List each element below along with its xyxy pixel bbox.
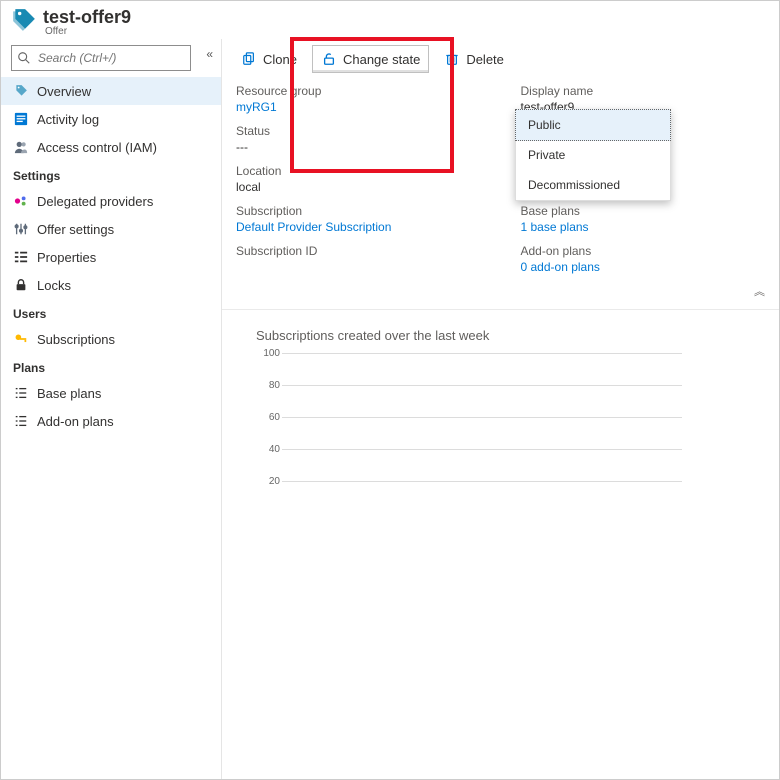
sidebar: « Overview Activity log Access co [1, 39, 221, 779]
nav-list: Overview Activity log Access control (IA… [1, 77, 221, 435]
chart-tick: 20 [269, 476, 280, 487]
toolbar-label: Clone [263, 52, 297, 67]
nav-locks[interactable]: Locks [1, 271, 221, 299]
chart-area: Subscriptions created over the last week… [222, 310, 779, 513]
people-icon [13, 139, 29, 155]
lock-icon [13, 277, 29, 293]
collapse-properties-button[interactable]: ︽ [222, 283, 779, 303]
prop-value: --- [236, 139, 481, 155]
prop-label: Resource group [236, 83, 481, 99]
nav-iam[interactable]: Access control (IAM) [1, 133, 221, 161]
nav-label: Offer settings [37, 222, 114, 237]
chart: 20406080100 [252, 353, 682, 513]
chart-tick: 100 [263, 348, 280, 359]
subscription-link[interactable]: Default Provider Subscription [236, 219, 481, 235]
nav-offer-settings[interactable]: Offer settings [1, 215, 221, 243]
nav-activity-log[interactable]: Activity log [1, 105, 221, 133]
nav-label: Activity log [37, 112, 99, 127]
page-header: test-offer9 Offer [1, 1, 779, 39]
change-state-button[interactable]: Change state [312, 45, 429, 73]
nav-label: Overview [37, 84, 91, 99]
nav-group-settings: Settings [1, 161, 221, 187]
chart-gridline [282, 417, 682, 418]
change-state-dropdown: Public Private Decommissioned [515, 109, 671, 201]
clone-icon [241, 51, 257, 67]
search-input[interactable] [11, 45, 191, 71]
trash-icon [444, 51, 460, 67]
chart-tick: 60 [269, 412, 280, 423]
search-icon [17, 51, 31, 65]
chart-gridline [282, 481, 682, 482]
offer-tag-icon [11, 7, 37, 33]
prop-label: Add-on plans [521, 243, 766, 259]
prop-label: Subscription ID [236, 243, 481, 259]
nav-group-users: Users [1, 299, 221, 325]
toolbar-label: Change state [343, 52, 420, 67]
nav-label: Delegated providers [37, 194, 153, 209]
nav-base-plans[interactable]: Base plans [1, 379, 221, 407]
activity-log-icon [13, 111, 29, 127]
chart-gridlines [282, 353, 682, 513]
nav-label: Locks [37, 278, 71, 293]
chart-tick: 40 [269, 444, 280, 455]
nav-delegated-providers[interactable]: Delegated providers [1, 187, 221, 215]
clone-button[interactable]: Clone [232, 45, 306, 73]
chart-title: Subscriptions created over the last week [256, 328, 769, 343]
toolbar-label: Delete [466, 52, 504, 67]
properties-grid: Resource group myRG1 Display name test-o… [222, 79, 779, 283]
nav-label: Properties [37, 250, 96, 265]
base-plans-link[interactable]: 1 base plans [521, 219, 766, 235]
page-subtitle: Offer [43, 27, 131, 37]
page-title: test-offer9 [43, 7, 131, 27]
offer-tag-icon [13, 83, 29, 99]
properties-icon [13, 249, 29, 265]
sliders-icon [13, 221, 29, 237]
chart-gridline [282, 449, 682, 450]
chart-tick: 80 [269, 380, 280, 391]
prop-label: Location [236, 163, 481, 179]
list-icon [13, 413, 29, 429]
prop-label: Subscription [236, 203, 481, 219]
delegated-icon [13, 193, 29, 209]
resource-group-link[interactable]: myRG1 [236, 99, 481, 115]
prop-label: Status [236, 123, 481, 139]
delete-button[interactable]: Delete [435, 45, 513, 73]
list-icon [13, 385, 29, 401]
dropdown-item-public[interactable]: Public [515, 109, 671, 141]
unlock-icon [321, 51, 337, 67]
dropdown-item-private[interactable]: Private [516, 140, 670, 170]
chart-gridline [282, 353, 682, 354]
prop-value: local [236, 179, 481, 195]
key-icon [13, 331, 29, 347]
dropdown-item-decommissioned[interactable]: Decommissioned [516, 170, 670, 200]
nav-label: Base plans [37, 386, 101, 401]
chart-yaxis: 20406080100 [252, 353, 282, 513]
nav-properties[interactable]: Properties [1, 243, 221, 271]
nav-group-plans: Plans [1, 353, 221, 379]
chart-gridline [282, 385, 682, 386]
content-pane: Clone Change state Delete Resource group… [221, 39, 779, 779]
nav-overview[interactable]: Overview [1, 77, 221, 105]
nav-label: Add-on plans [37, 414, 114, 429]
prop-label: Display name [521, 83, 766, 99]
addon-plans-link[interactable]: 0 add-on plans [521, 259, 766, 275]
nav-label: Subscriptions [37, 332, 115, 347]
toolbar: Clone Change state Delete [222, 39, 779, 79]
nav-label: Access control (IAM) [37, 140, 157, 155]
prop-label: Base plans [521, 203, 766, 219]
nav-addon-plans[interactable]: Add-on plans [1, 407, 221, 435]
nav-subscriptions[interactable]: Subscriptions [1, 325, 221, 353]
